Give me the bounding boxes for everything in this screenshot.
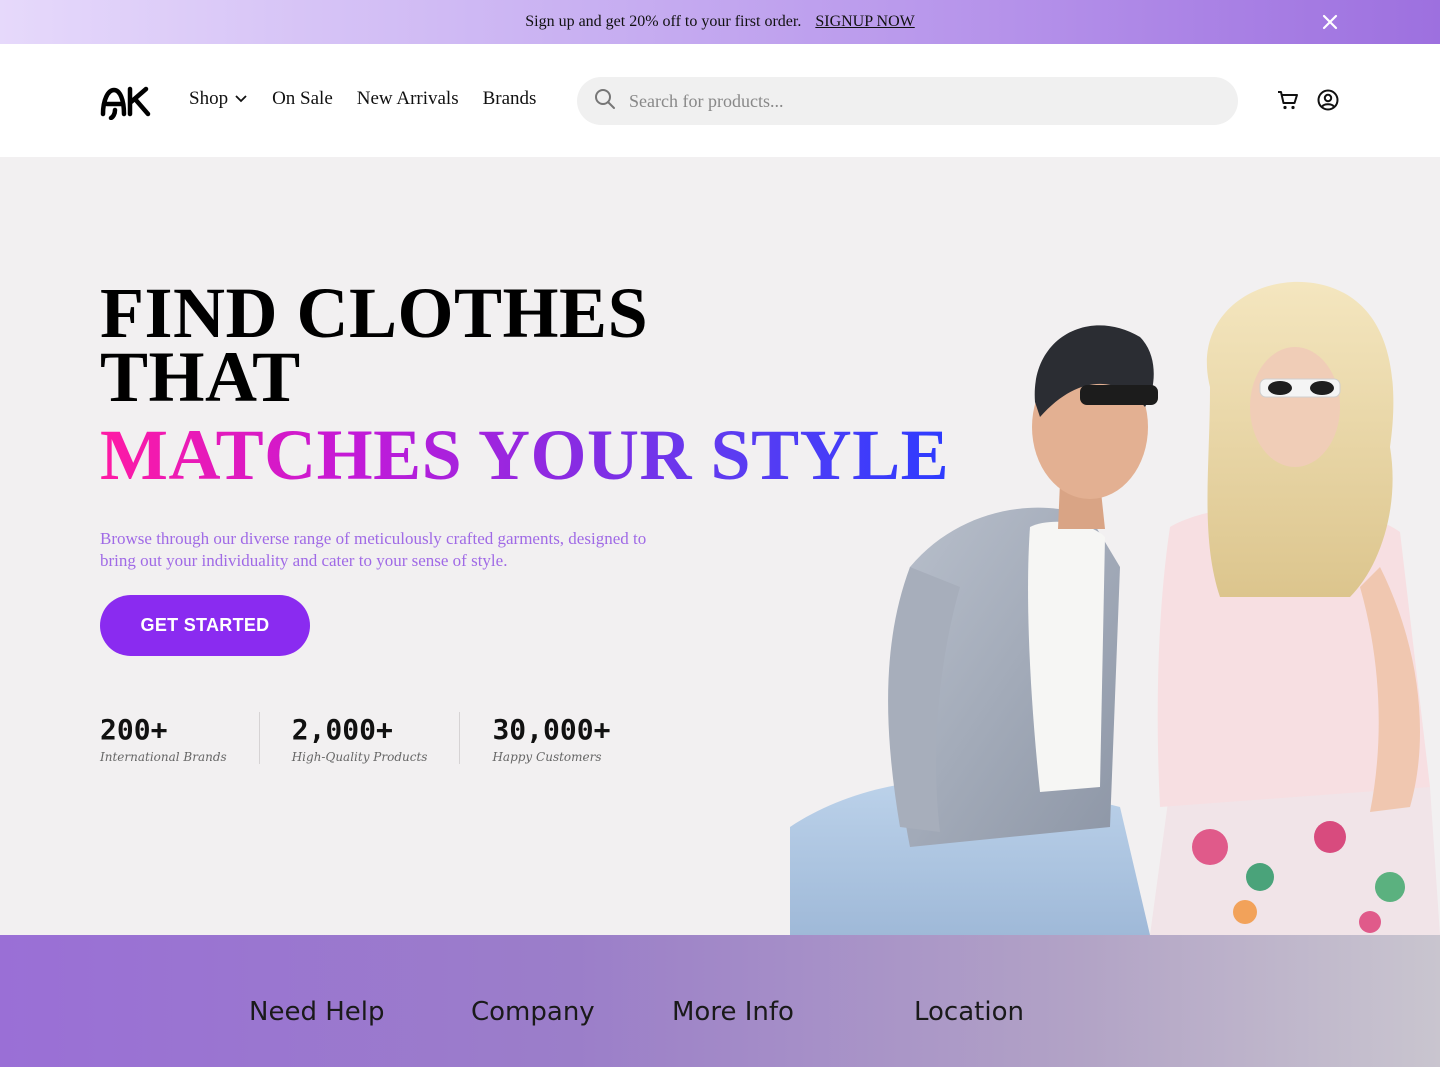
stat-brands: 200+ International Brands [100, 712, 259, 764]
nav-item-label: Brands [482, 88, 537, 109]
search-input[interactable] [629, 90, 1189, 112]
stat-value: 2,000+ [291, 713, 393, 746]
search-icon [593, 87, 617, 115]
nav-item-label: On Sale [272, 88, 333, 109]
hero-section: FIND CLOTHES THAT MATCHES YOUR STYLE Bro… [0, 157, 1440, 935]
header-actions [1276, 88, 1340, 112]
logo[interactable] [100, 86, 152, 120]
stat-value: 30,000+ [492, 713, 611, 746]
stat-label: High-Quality Products [291, 750, 428, 764]
hero-description: Browse through our diverse range of meti… [100, 529, 647, 570]
main-nav: Shop On Sale New Arrivals Brands [189, 88, 536, 110]
footer-heading-more-info: More Info [672, 997, 794, 1027]
nav-item-shop[interactable]: Shop [189, 88, 248, 110]
nav-item-new-arrivals[interactable]: New Arrivals [357, 88, 459, 110]
stat-customers: 30,000+ Happy Customers [459, 712, 642, 764]
signup-link[interactable]: SIGNUP NOW [815, 13, 914, 31]
nav-item-label: New Arrivals [356, 88, 459, 109]
nav-item-on-sale[interactable]: On Sale [272, 88, 333, 110]
search-bar [577, 77, 1238, 125]
stat-label: International Brands [100, 750, 227, 764]
stat-label: Happy Customers [492, 750, 602, 764]
footer-heading-location: Location [914, 997, 1024, 1027]
nav-item-label: Shop [189, 88, 229, 109]
account-icon[interactable] [1316, 88, 1340, 112]
nav-item-brands[interactable]: Brands [483, 88, 537, 110]
announcement-text: Sign up and get 20% off to your first or… [525, 13, 802, 30]
site-header: Shop On Sale New Arrivals Brands [0, 44, 1440, 157]
hero-stats: 200+ International Brands 2,000+ High-Qu… [100, 712, 642, 764]
chevron-down-icon [234, 88, 248, 110]
get-started-button[interactable]: GET STARTED [100, 595, 310, 656]
stat-products: 2,000+ High-Quality Products [258, 712, 460, 764]
footer-heading-need-help: Need Help [249, 997, 385, 1027]
cart-icon[interactable] [1276, 88, 1300, 112]
footer: Need Help Company More Info Location [0, 935, 1440, 1067]
footer-heading-company: Company [471, 997, 595, 1027]
announcement-bar: Sign up and get 20% off to your first or… [0, 0, 1440, 44]
stat-value: 200+ [100, 713, 168, 746]
hero-image [790, 267, 1440, 935]
close-icon[interactable] [1320, 12, 1340, 32]
